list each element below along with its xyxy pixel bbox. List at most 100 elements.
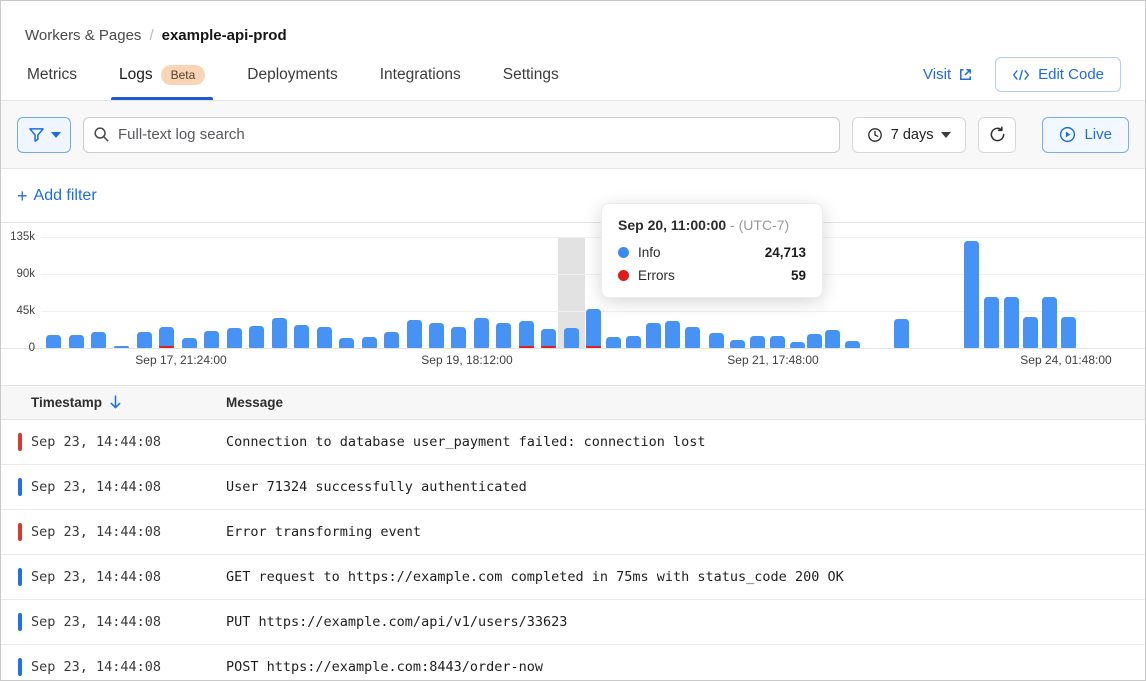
log-table-row[interactable]: Sep 23, 14:44:08POST https://example.com… <box>1 645 1145 681</box>
log-message: Connection to database user_payment fail… <box>226 434 1145 450</box>
tab-metrics[interactable]: Metrics <box>25 49 79 100</box>
chart-bar[interactable] <box>770 336 785 348</box>
chart-bar[interactable] <box>825 330 840 348</box>
breadcrumb-section-link[interactable]: Workers & Pages <box>25 27 141 44</box>
visit-label: Visit <box>923 66 951 83</box>
search-input[interactable] <box>83 117 840 153</box>
refresh-button[interactable] <box>978 117 1016 153</box>
time-range-label: 7 days <box>891 127 934 143</box>
chart-bar[interactable] <box>407 320 422 348</box>
tab-integrations[interactable]: Integrations <box>378 49 463 100</box>
tab-deployments[interactable]: Deployments <box>245 49 339 100</box>
y-axis-tick-label: 90k <box>1 268 35 280</box>
time-range-dropdown[interactable]: 7 days <box>852 117 967 153</box>
chart-bar-errors-segment <box>586 346 601 348</box>
log-table-row[interactable]: Sep 23, 14:44:08PUT https://example.com/… <box>1 600 1145 645</box>
chart-bar[interactable] <box>384 332 399 348</box>
chart-bar[interactable] <box>1042 297 1057 348</box>
message-column-header: Message <box>226 395 1145 410</box>
add-filter-button[interactable]: + Add filter <box>17 187 97 205</box>
chart-bar[interactable] <box>496 323 511 348</box>
chart-bar[interactable] <box>429 323 444 348</box>
log-message: PUT https://example.com/api/v1/users/336… <box>226 614 1145 630</box>
chart-bar[interactable] <box>807 334 822 348</box>
chart-bar[interactable] <box>69 335 84 348</box>
chart-bar[interactable] <box>1004 297 1019 348</box>
chart-bar[interactable] <box>519 321 534 348</box>
chart-bar[interactable] <box>845 341 860 348</box>
chart-bar[interactable] <box>685 327 700 348</box>
log-timestamp: Sep 23, 14:44:08 <box>31 614 226 630</box>
tooltip-series-label: Info <box>638 245 661 260</box>
chart-bar[interactable] <box>362 337 377 348</box>
log-timestamp: Sep 23, 14:44:08 <box>31 569 226 585</box>
workers-logs-page: Workers & Pages / example-api-prod Metri… <box>0 0 1146 681</box>
chart-bar[interactable] <box>541 329 556 348</box>
chart-bar[interactable] <box>564 328 579 348</box>
info-level-indicator <box>18 613 22 631</box>
visit-link[interactable]: Visit <box>923 66 973 83</box>
chart-bar[interactable] <box>227 328 242 348</box>
chart-bar[interactable] <box>894 319 909 348</box>
chart-bar[interactable] <box>182 338 197 348</box>
log-table-header: Timestamp Message <box>1 385 1145 420</box>
log-table-row[interactable]: Sep 23, 14:44:08Connection to database u… <box>1 420 1145 465</box>
error-level-indicator <box>18 523 22 541</box>
search-container <box>83 117 840 153</box>
chart-bar[interactable] <box>339 338 354 348</box>
chart-bar[interactable] <box>750 336 765 348</box>
chart-bar[interactable] <box>665 321 680 348</box>
chart-bar[interactable] <box>91 332 106 348</box>
refresh-icon <box>989 126 1006 143</box>
chart-bar[interactable] <box>626 336 641 348</box>
tab-label: Integrations <box>380 66 461 84</box>
tab-settings[interactable]: Settings <box>501 49 561 100</box>
chart-bar-errors-segment <box>159 346 174 348</box>
live-button[interactable]: Live <box>1042 117 1129 153</box>
y-axis-tick-label: 0 <box>1 342 35 354</box>
external-link-icon <box>958 67 973 82</box>
chart-bar[interactable] <box>249 326 264 348</box>
x-axis-tick-label: Sep 24, 01:48:00 <box>1020 353 1111 367</box>
log-timestamp: Sep 23, 14:44:08 <box>31 479 226 495</box>
chart-bar[interactable] <box>1023 317 1038 348</box>
chart-bar[interactable] <box>204 331 219 348</box>
log-table-row[interactable]: Sep 23, 14:44:08User 71324 successfully … <box>1 465 1145 510</box>
chart-bar[interactable] <box>984 297 999 348</box>
x-axis-tick-label: Sep 17, 21:24:00 <box>135 353 226 367</box>
info-level-indicator <box>18 658 22 676</box>
chart-bar[interactable] <box>646 323 661 348</box>
tooltip-rows: Info24,713Errors59 <box>618 245 806 283</box>
chart-bar[interactable] <box>114 346 129 348</box>
chart-bar[interactable] <box>730 340 745 348</box>
add-filter-label: Add filter <box>34 187 97 205</box>
beta-badge: Beta <box>161 65 206 85</box>
log-table-row[interactable]: Sep 23, 14:44:08GET request to https://e… <box>1 555 1145 600</box>
chart-bar[interactable] <box>586 309 601 348</box>
chart-bar[interactable] <box>451 327 466 348</box>
chart-bar[interactable] <box>606 337 621 348</box>
chart-bar[interactable] <box>272 318 287 348</box>
timestamp-column-header[interactable]: Timestamp <box>31 395 226 410</box>
chart-bar[interactable] <box>709 333 724 348</box>
edit-code-button[interactable]: Edit Code <box>995 57 1121 92</box>
log-timestamp: Sep 23, 14:44:08 <box>31 524 226 540</box>
chart-bar[interactable] <box>964 241 979 348</box>
x-axis-tick-label: Sep 21, 17:48:00 <box>727 353 818 367</box>
chart-bar[interactable] <box>159 327 174 348</box>
tooltip-series-label: Errors <box>638 268 675 283</box>
chart-bar[interactable] <box>790 342 805 348</box>
chart-bar[interactable] <box>46 335 61 348</box>
chart-bar[interactable] <box>474 318 489 348</box>
chart-bar[interactable] <box>1061 317 1076 348</box>
code-icon <box>1012 68 1030 82</box>
log-table-row[interactable]: Sep 23, 14:44:08Error transforming event <box>1 510 1145 555</box>
chart-bar-errors-segment <box>519 346 534 348</box>
filter-dropdown-button[interactable] <box>17 117 71 153</box>
chart-bar[interactable] <box>294 325 309 348</box>
log-message: POST https://example.com:8443/order-now <box>226 659 1145 675</box>
chart-bar[interactable] <box>317 327 332 348</box>
tab-logs[interactable]: LogsBeta <box>117 49 207 100</box>
chart-bar[interactable] <box>137 332 152 348</box>
live-label: Live <box>1084 126 1112 143</box>
